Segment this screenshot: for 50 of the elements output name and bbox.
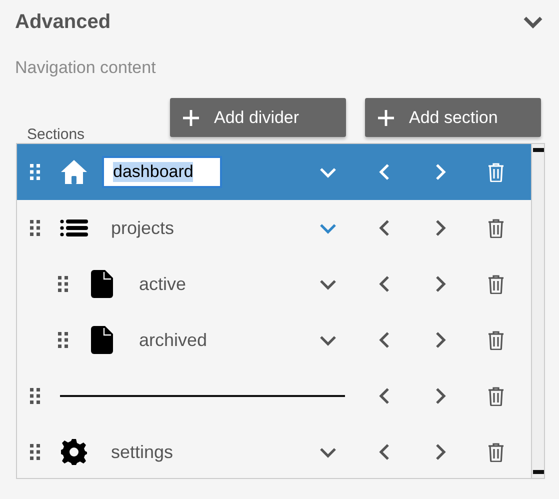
label-input-field[interactable]: dashboard xyxy=(102,156,222,188)
chevron-right-icon[interactable] xyxy=(434,443,446,461)
chevron-left-icon[interactable] xyxy=(378,219,390,237)
section-label: archived xyxy=(139,330,208,350)
drag-handle-icon[interactable] xyxy=(30,388,40,404)
chevron-right-icon[interactable] xyxy=(434,275,446,293)
list-row[interactable]: settings xyxy=(17,424,531,480)
section-label: settings xyxy=(111,442,174,462)
list-row[interactable]: dashboard xyxy=(17,144,531,200)
chevron-left-icon[interactable] xyxy=(378,331,390,349)
delete-icon[interactable] xyxy=(488,162,504,182)
plus-icon xyxy=(377,108,395,126)
expand-chevron-icon[interactable] xyxy=(319,446,337,458)
expand-chevron-icon[interactable] xyxy=(319,334,337,346)
section-label: active xyxy=(139,274,186,294)
expand-chevron-icon[interactable] xyxy=(319,222,337,234)
list-icon xyxy=(60,219,88,237)
delete-icon[interactable] xyxy=(488,218,504,238)
list-row[interactable]: archived xyxy=(17,312,531,368)
delete-icon[interactable] xyxy=(488,386,504,406)
list-row[interactable]: active xyxy=(17,256,531,312)
drag-handle-icon[interactable] xyxy=(58,332,68,348)
drag-handle-icon[interactable] xyxy=(30,220,40,236)
delete-icon[interactable] xyxy=(488,274,504,294)
panel-title: Advanced xyxy=(15,10,111,34)
plus-icon xyxy=(182,108,200,126)
gear-icon xyxy=(60,438,88,466)
list-row[interactable]: projects xyxy=(17,200,531,256)
add-button[interactable]: Add divider xyxy=(170,98,346,137)
chevron-icon[interactable] xyxy=(523,15,543,29)
drag-handle-icon[interactable] xyxy=(30,444,40,460)
chevron-right-icon[interactable] xyxy=(434,331,446,349)
document-icon xyxy=(91,326,113,354)
delete-icon[interactable] xyxy=(488,330,504,350)
chevron-left-icon[interactable] xyxy=(378,443,390,461)
section-label: projects xyxy=(111,218,174,238)
chevron-right-icon[interactable] xyxy=(434,387,446,405)
subtitle: Navigation content xyxy=(15,57,157,79)
delete-icon[interactable] xyxy=(488,442,504,462)
chevron-left-icon[interactable] xyxy=(378,275,390,293)
sections-label: Sections xyxy=(26,126,86,143)
chevron-right-icon[interactable] xyxy=(434,219,446,237)
drag-handle-icon[interactable] xyxy=(58,276,68,292)
expand-chevron-icon[interactable] xyxy=(319,278,337,290)
chevron-left-icon[interactable] xyxy=(378,387,390,405)
home-icon xyxy=(60,159,88,185)
document-icon xyxy=(91,270,113,298)
scrollbar[interactable] xyxy=(531,144,544,478)
drag-handle-icon[interactable] xyxy=(30,164,40,180)
add-button[interactable]: Add section xyxy=(365,98,541,137)
